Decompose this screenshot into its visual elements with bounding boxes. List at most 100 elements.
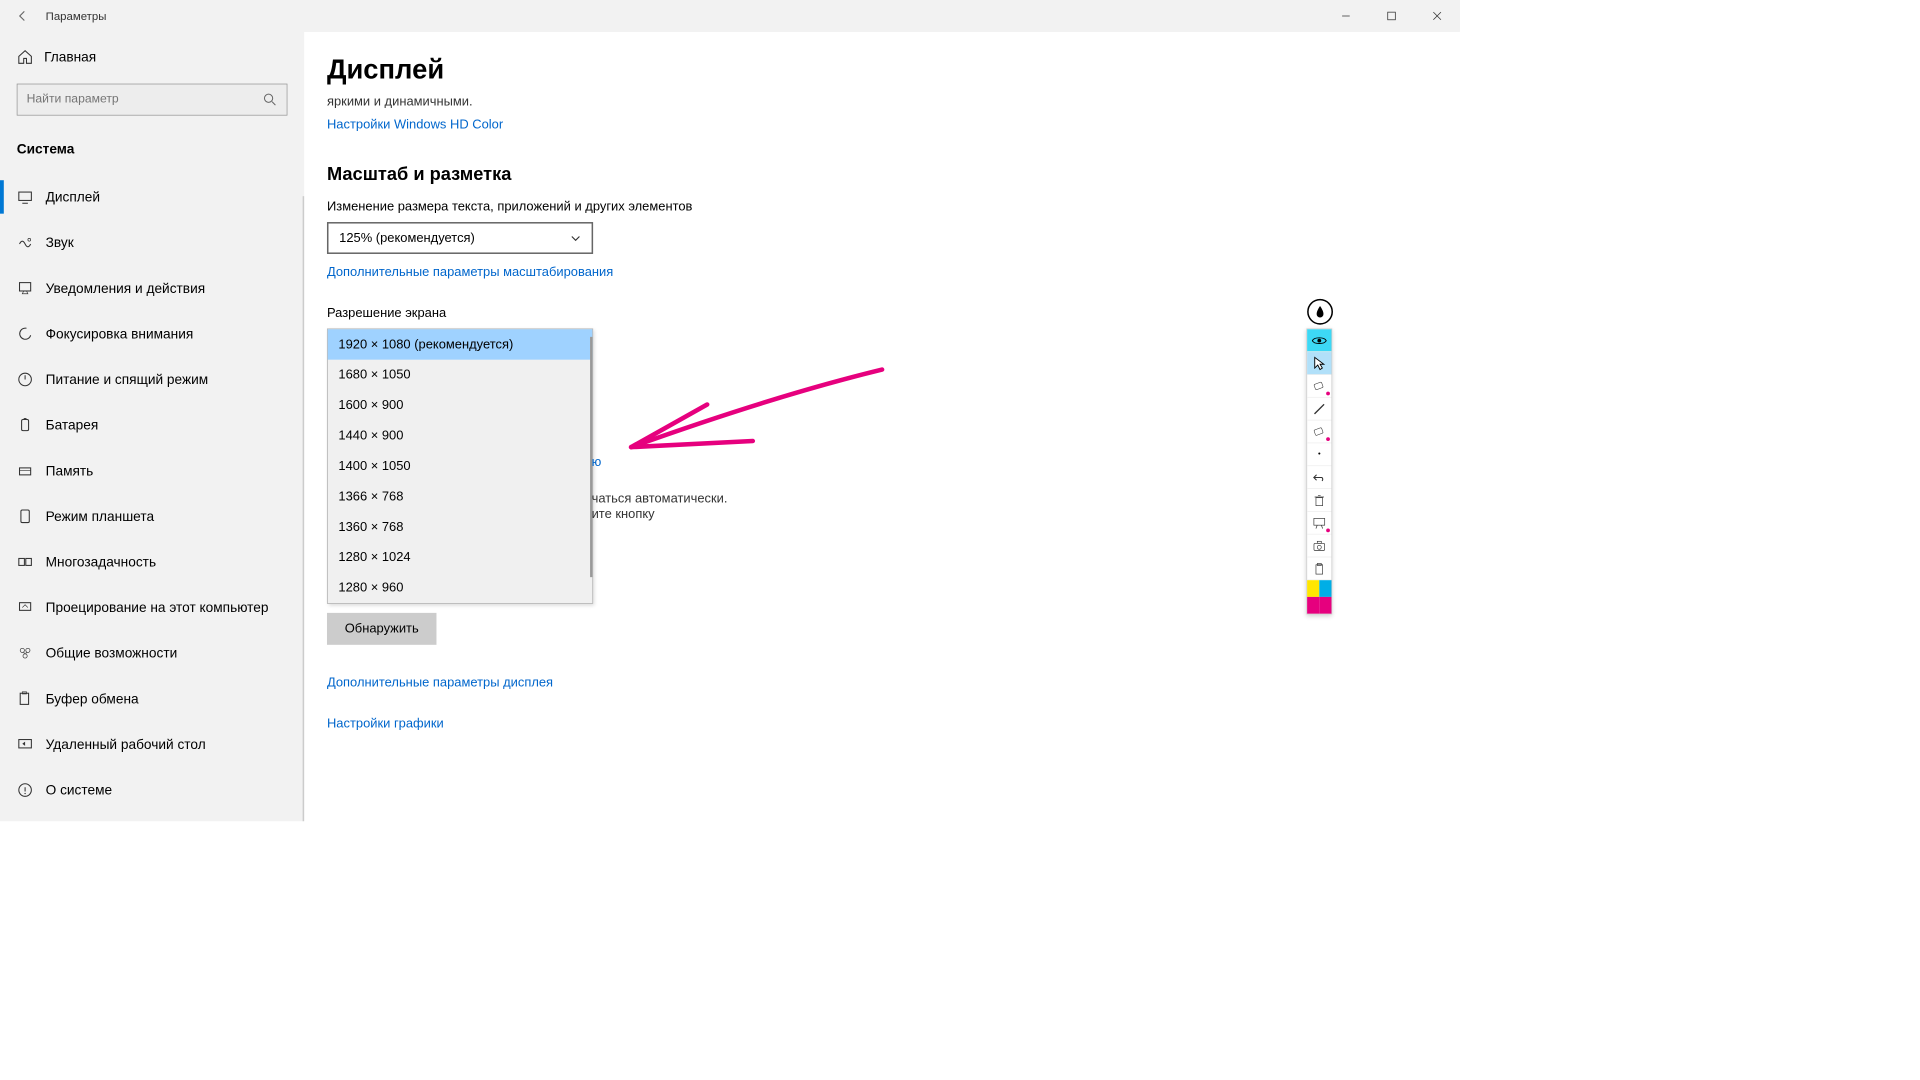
home-nav[interactable]: Главная bbox=[0, 36, 304, 77]
search-input[interactable] bbox=[17, 84, 288, 116]
undo-icon bbox=[1312, 472, 1326, 483]
nav-icon bbox=[17, 371, 34, 388]
close-button[interactable] bbox=[1414, 0, 1460, 32]
scale-label: Изменение размера текста, приложений и д… bbox=[327, 199, 1422, 214]
maximize-button[interactable] bbox=[1369, 0, 1415, 32]
tool-trash[interactable] bbox=[1307, 489, 1331, 512]
tool-undo[interactable] bbox=[1307, 466, 1331, 489]
line-icon bbox=[1312, 402, 1326, 416]
nav-label: О системе bbox=[46, 782, 113, 798]
sidebar-item-13[interactable]: О системе bbox=[0, 767, 304, 813]
nav-label: Питание и спящий режим bbox=[46, 371, 209, 387]
resolution-option[interactable]: 1280 × 960 bbox=[328, 573, 593, 603]
nav-label: Режим планшета bbox=[46, 508, 154, 524]
tool-camera[interactable] bbox=[1307, 535, 1331, 558]
sidebar-item-1[interactable]: Звук bbox=[0, 220, 304, 266]
nav-icon bbox=[17, 599, 34, 616]
chevron-down-icon bbox=[570, 233, 581, 244]
nav-label: Дисплей bbox=[46, 189, 100, 205]
tool-dot[interactable]: • bbox=[1307, 443, 1331, 466]
close-icon bbox=[1433, 11, 1442, 20]
nav-icon bbox=[17, 690, 34, 707]
nav-icon bbox=[17, 280, 34, 297]
hdr-link[interactable]: Настройки Windows HD Color bbox=[327, 117, 503, 132]
behind-text-1: чаться автоматически. bbox=[592, 491, 936, 506]
nav-icon bbox=[17, 782, 34, 799]
nav-icon bbox=[17, 325, 34, 342]
scale-value: 125% (рекомендуется) bbox=[339, 230, 475, 245]
sidebar-item-4[interactable]: Питание и спящий режим bbox=[0, 357, 304, 403]
sidebar-item-0[interactable]: Дисплей bbox=[0, 174, 304, 220]
tool-eraser-2[interactable] bbox=[1307, 421, 1331, 444]
camera-icon bbox=[1312, 540, 1326, 551]
toolbar-logo bbox=[1307, 299, 1333, 325]
titlebar: Параметры bbox=[0, 0, 1460, 32]
cursor-icon bbox=[1313, 355, 1325, 370]
detect-button[interactable]: Обнаружить bbox=[327, 613, 436, 645]
tool-cursor[interactable] bbox=[1307, 352, 1331, 375]
tool-board[interactable] bbox=[1307, 512, 1331, 535]
resolution-option[interactable]: 1600 × 900 bbox=[328, 390, 593, 420]
sidebar-item-2[interactable]: Уведомления и действия bbox=[0, 265, 304, 311]
advanced-display-link[interactable]: Дополнительные параметры дисплея bbox=[327, 675, 553, 690]
sidebar-item-11[interactable]: Буфер обмена bbox=[0, 676, 304, 722]
resolution-option[interactable]: 1920 × 1080 (рекомендуется) bbox=[328, 329, 593, 359]
resolution-label: Разрешение экрана bbox=[327, 306, 1422, 321]
search-icon bbox=[263, 93, 277, 107]
annotation-toolbar[interactable]: • bbox=[1306, 328, 1332, 614]
nav-icon bbox=[17, 508, 34, 525]
scale-dropdown[interactable]: 125% (рекомендуется) bbox=[327, 222, 593, 254]
nav-label: Многозадачность bbox=[46, 554, 156, 570]
nav-icon bbox=[17, 189, 34, 206]
system-category: Система bbox=[0, 131, 304, 174]
nav-label: Общие возможности bbox=[46, 645, 178, 661]
nav-label: Фокусировка внимания bbox=[46, 326, 194, 342]
behind-text-2: ите кнопку bbox=[592, 506, 936, 521]
eraser-icon bbox=[1312, 380, 1326, 392]
sidebar-item-3[interactable]: Фокусировка внимания bbox=[0, 311, 304, 357]
sidebar-item-7[interactable]: Режим планшета bbox=[0, 493, 304, 539]
arrow-left-icon bbox=[17, 10, 29, 22]
sidebar-item-5[interactable]: Батарея bbox=[0, 402, 304, 448]
nav-icon bbox=[17, 234, 34, 251]
nav-label: Батарея bbox=[46, 417, 99, 433]
nav-label: Удаленный рабочий стол bbox=[46, 736, 206, 752]
main-panel: Дисплей яркими и динамичными. Настройки … bbox=[304, 32, 1460, 821]
sidebar-item-10[interactable]: Общие возможности bbox=[0, 630, 304, 676]
back-button[interactable] bbox=[0, 0, 46, 32]
nav-icon bbox=[17, 554, 34, 571]
tool-line[interactable] bbox=[1307, 398, 1331, 421]
home-label: Главная bbox=[44, 49, 96, 65]
minimize-button[interactable] bbox=[1323, 0, 1369, 32]
clipboard-icon bbox=[1314, 562, 1325, 574]
resolution-option[interactable]: 1680 × 1050 bbox=[328, 360, 593, 390]
eye-icon bbox=[1312, 335, 1327, 346]
sidebar-item-8[interactable]: Многозадачность bbox=[0, 539, 304, 585]
nav-label: Проецирование на этот компьютер bbox=[46, 600, 269, 616]
page-title: Дисплей bbox=[327, 53, 1422, 85]
nav-label: Звук bbox=[46, 235, 74, 251]
color-swatches[interactable] bbox=[1307, 580, 1331, 613]
partial-link[interactable]: ю bbox=[592, 455, 602, 470]
nav-label: Уведомления и действия bbox=[46, 280, 206, 296]
tool-clipboard[interactable] bbox=[1307, 557, 1331, 580]
trash-icon bbox=[1314, 494, 1325, 506]
nav-icon bbox=[17, 417, 34, 434]
tool-visibility[interactable] bbox=[1307, 329, 1331, 352]
nav-icon bbox=[17, 645, 34, 662]
sidebar-item-9[interactable]: Проецирование на этот компьютер bbox=[0, 585, 304, 631]
sidebar-item-12[interactable]: Удаленный рабочий стол bbox=[0, 722, 304, 768]
sidebar: Главная Система Дисплей Звук Уведомления и… bbox=[0, 32, 304, 821]
resolution-option[interactable]: 1280 × 1024 bbox=[328, 542, 593, 572]
board-icon bbox=[1312, 517, 1326, 529]
scale-section-title: Масштаб и разметка bbox=[327, 164, 1422, 185]
graphics-link[interactable]: Настройки графики bbox=[327, 716, 444, 731]
hdr-subtext: яркими и динамичными. bbox=[327, 94, 1422, 109]
sidebar-item-6[interactable]: Память bbox=[0, 448, 304, 494]
advanced-scale-link[interactable]: Дополнительные параметры масштабирования bbox=[327, 265, 613, 280]
nav-label: Буфер обмена bbox=[46, 691, 139, 707]
eraser-icon bbox=[1312, 425, 1326, 437]
tool-eraser-1[interactable] bbox=[1307, 375, 1331, 398]
resolution-option[interactable]: 1440 × 900 bbox=[328, 421, 593, 451]
window-title: Параметры bbox=[46, 10, 107, 23]
